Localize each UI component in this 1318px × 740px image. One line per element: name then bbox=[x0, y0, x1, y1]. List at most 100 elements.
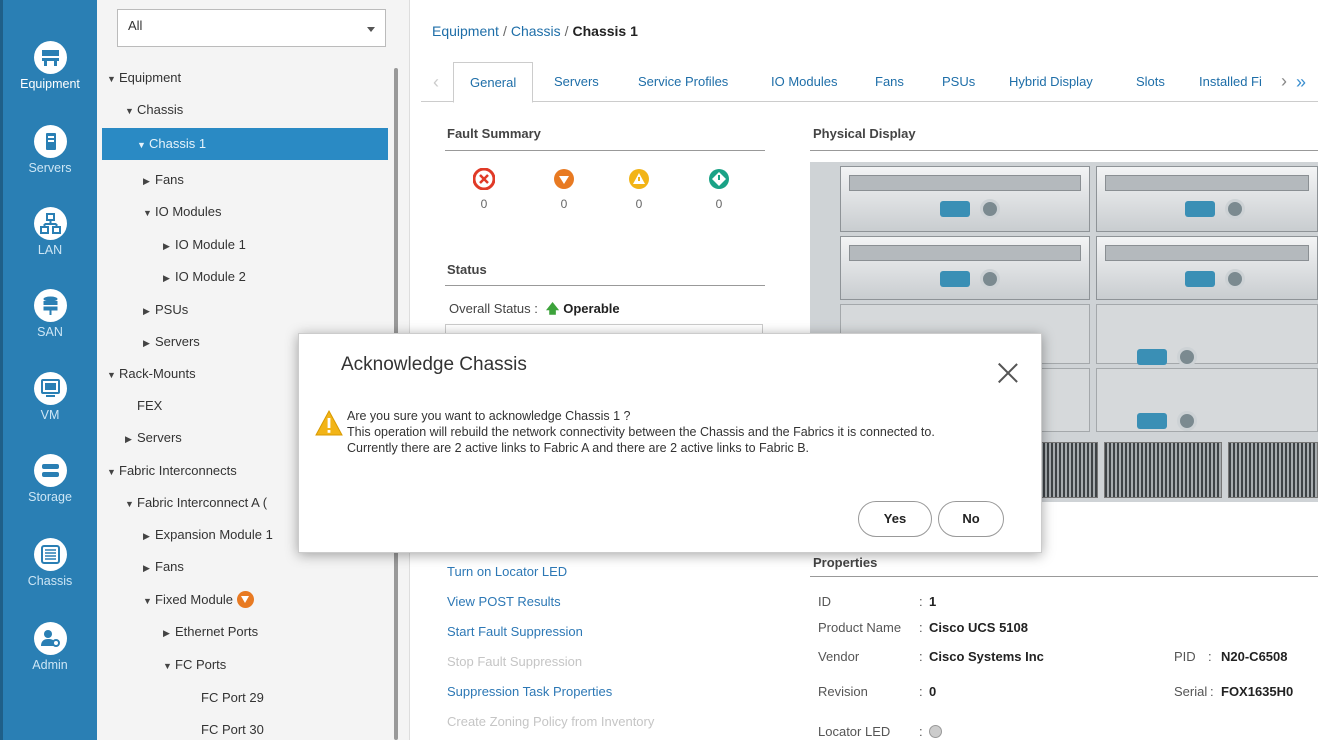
action-suppression-task-properties[interactable]: Suppression Task Properties bbox=[447, 684, 612, 699]
storage-icon bbox=[33, 454, 67, 487]
blade-slot-8[interactable] bbox=[1096, 368, 1318, 432]
prop-colon: : bbox=[1208, 649, 1212, 664]
yes-button[interactable]: Yes bbox=[858, 501, 932, 537]
tree-item-fc-port-30[interactable]: FC Port 30 bbox=[201, 714, 264, 740]
tab-hybrid-display[interactable]: Hybrid Display bbox=[1009, 74, 1093, 89]
tree-toggle-icon[interactable]: ▶ bbox=[125, 423, 137, 454]
tree-item-fi-fans[interactable]: ▶ Fans bbox=[143, 551, 184, 583]
action-start-fault-suppression[interactable]: Start Fault Suppression bbox=[447, 624, 583, 639]
tree-item-label: Fabric Interconnects bbox=[119, 463, 237, 478]
fault-warning[interactable]: 0 bbox=[704, 168, 734, 211]
action-view-post-results[interactable]: View POST Results bbox=[447, 594, 561, 609]
filter-dropdown[interactable]: All bbox=[117, 9, 386, 47]
blade-slot-2[interactable] bbox=[1096, 166, 1318, 232]
blade-slot-1[interactable] bbox=[840, 166, 1090, 232]
tab-general[interactable]: General bbox=[453, 62, 534, 103]
tab-scroll-right-icon[interactable]: › bbox=[1281, 71, 1287, 92]
tree-item-chassis-1[interactable]: ▼ Chassis 1 bbox=[102, 128, 388, 160]
tree-item-fc-port-29[interactable]: FC Port 29 bbox=[201, 682, 264, 714]
blade-slot-6[interactable] bbox=[1096, 304, 1318, 367]
tree-toggle-icon[interactable]: ▼ bbox=[125, 488, 137, 519]
nav-equipment[interactable]: Equipment bbox=[3, 41, 97, 91]
tab-io-modules[interactable]: IO Modules bbox=[771, 74, 837, 89]
major-fault-icon bbox=[553, 168, 575, 190]
tree-item-psus[interactable]: ▶ PSUs bbox=[143, 294, 188, 326]
tree-item-io-module-1[interactable]: ▶ IO Module 1 bbox=[163, 229, 246, 261]
tab-fans[interactable]: Fans bbox=[875, 74, 904, 89]
tree-toggle-icon[interactable]: ▼ bbox=[107, 63, 119, 94]
action-turn-on-locator-led[interactable]: Turn on Locator LED bbox=[447, 564, 567, 579]
tree-item-io-modules[interactable]: ▼ IO Modules bbox=[143, 196, 221, 228]
action-create-zoning-policy: Create Zoning Policy from Inventory bbox=[447, 714, 655, 729]
tree-toggle-icon[interactable]: ▶ bbox=[143, 520, 155, 551]
tree-item-fex[interactable]: FEX bbox=[137, 390, 162, 422]
tree-toggle-icon[interactable]: ▼ bbox=[143, 197, 155, 228]
tree-toggle-icon[interactable]: ▼ bbox=[107, 359, 119, 390]
breadcrumb-link-chassis[interactable]: Chassis bbox=[511, 23, 561, 39]
nav-vm[interactable]: VM bbox=[3, 372, 97, 422]
filter-value: All bbox=[128, 18, 143, 33]
tree-item-label: Expansion Module 1 bbox=[155, 527, 273, 542]
divider bbox=[445, 150, 765, 151]
server-icon bbox=[33, 125, 67, 158]
psu-4[interactable] bbox=[1228, 442, 1318, 498]
major-fault-icon bbox=[237, 591, 255, 608]
tab-scroll-more-icon[interactable]: » bbox=[1296, 72, 1306, 93]
tree-item-label: Equipment bbox=[119, 70, 182, 85]
tree-item-fabric-interconnects[interactable]: ▼ Fabric Interconnects bbox=[107, 455, 237, 487]
tab-servers[interactable]: Servers bbox=[554, 74, 599, 89]
tab-scroll-left-icon[interactable]: ‹ bbox=[433, 72, 439, 93]
tree-toggle-icon[interactable]: ▶ bbox=[163, 262, 175, 293]
tree-item-rack-servers[interactable]: ▶ Servers bbox=[125, 422, 182, 454]
blade-slot-4[interactable] bbox=[1096, 236, 1318, 300]
nav-san[interactable]: SAN bbox=[3, 289, 97, 339]
tab-slots[interactable]: Slots bbox=[1136, 74, 1165, 89]
nav-servers[interactable]: Servers bbox=[3, 125, 97, 175]
nav-label: VM bbox=[40, 408, 60, 422]
tree-toggle-icon[interactable]: ▶ bbox=[163, 617, 175, 648]
tab-service-profiles[interactable]: Service Profiles bbox=[638, 74, 728, 89]
nav-lan[interactable]: LAN bbox=[3, 207, 97, 257]
tree-item-label: Chassis bbox=[137, 102, 184, 117]
tree-item-servers[interactable]: ▶ Servers bbox=[143, 326, 200, 358]
tab-psus[interactable]: PSUs bbox=[942, 74, 975, 89]
tree-toggle-icon[interactable]: ▼ bbox=[125, 95, 137, 126]
status-value: Operable bbox=[563, 301, 620, 316]
lan-icon bbox=[33, 207, 67, 240]
psu-3[interactable] bbox=[1104, 442, 1222, 498]
nav-admin[interactable]: Admin bbox=[3, 622, 97, 672]
tree-item-label: FC Ports bbox=[175, 657, 227, 672]
tree-item-label: Rack-Mounts bbox=[119, 366, 196, 381]
tab-installed-firmware[interactable]: Installed Fi bbox=[1199, 74, 1277, 89]
tree-item-rack-mounts[interactable]: ▼ Rack-Mounts bbox=[107, 358, 196, 390]
fault-minor[interactable]: 0 bbox=[624, 168, 654, 211]
tree-toggle-icon[interactable]: ▼ bbox=[143, 585, 155, 616]
tree-item-io-module-2[interactable]: ▶ IO Module 2 bbox=[163, 261, 246, 293]
tree-toggle-icon[interactable]: ▼ bbox=[163, 650, 175, 681]
blade-slot-3[interactable] bbox=[840, 236, 1090, 300]
no-button[interactable]: No bbox=[938, 501, 1004, 537]
tree-toggle-icon[interactable]: ▶ bbox=[163, 230, 175, 261]
tree-toggle-icon[interactable]: ▶ bbox=[143, 295, 155, 326]
nav-chassis[interactable]: Chassis bbox=[3, 538, 97, 588]
tree-item-label: FEX bbox=[137, 398, 163, 413]
tree-toggle-icon[interactable]: ▼ bbox=[107, 456, 119, 487]
tree-toggle-icon[interactable]: ▶ bbox=[143, 552, 155, 583]
warning-fault-icon bbox=[708, 168, 730, 190]
prop-serial-value: FOX1635H0 bbox=[1221, 684, 1294, 699]
tree-item-fc-ports[interactable]: ▼ FC Ports bbox=[163, 649, 226, 681]
tree-item-fans[interactable]: ▶ Fans bbox=[143, 164, 184, 196]
tree-item-chassis[interactable]: ▼ Chassis bbox=[125, 94, 183, 126]
fault-critical[interactable]: 0 bbox=[469, 167, 499, 211]
tree-toggle-icon[interactable]: ▼ bbox=[137, 129, 149, 160]
fault-major[interactable]: 0 bbox=[549, 168, 579, 211]
close-icon[interactable] bbox=[997, 362, 1019, 384]
nav-storage[interactable]: Storage bbox=[3, 454, 97, 504]
tree-toggle-icon[interactable]: ▶ bbox=[143, 165, 155, 196]
tree-item-equipment[interactable]: ▼ Equipment bbox=[107, 62, 181, 94]
tree-item-ethernet-ports[interactable]: ▶ Ethernet Ports bbox=[163, 616, 258, 648]
tree-item-fixed-module[interactable]: ▼ Fixed Module bbox=[143, 584, 255, 616]
breadcrumb-link-equipment[interactable]: Equipment bbox=[432, 23, 499, 39]
prop-colon: : bbox=[919, 620, 923, 635]
tree-toggle-icon[interactable]: ▶ bbox=[143, 327, 155, 358]
